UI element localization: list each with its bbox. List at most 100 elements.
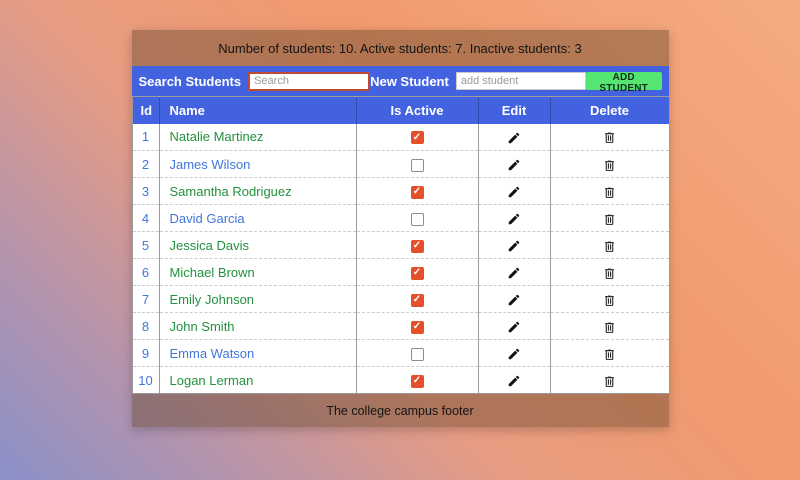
delete-button[interactable] bbox=[603, 159, 616, 172]
student-id: 4 bbox=[132, 204, 159, 232]
edit-button[interactable] bbox=[507, 212, 521, 226]
trash-icon bbox=[603, 240, 616, 253]
student-id: 5 bbox=[132, 231, 159, 259]
student-name: David Garcia bbox=[158, 204, 356, 232]
delete-cell bbox=[549, 258, 669, 286]
add-student-button[interactable]: ADD STUDENT bbox=[585, 72, 662, 94]
table-row: 10 Logan Lerman ✓ bbox=[132, 366, 669, 394]
delete-cell bbox=[549, 231, 669, 259]
student-id: 10 bbox=[132, 366, 159, 394]
new-student-label: New Student bbox=[370, 73, 449, 89]
is-active-checkbox[interactable]: ✓ bbox=[410, 185, 424, 199]
trash-icon bbox=[603, 186, 616, 199]
active-cell: ✓ bbox=[355, 339, 478, 367]
table-row: 1 Natalie Martinez ✓ bbox=[132, 123, 669, 151]
trash-icon bbox=[603, 213, 616, 226]
student-id: 1 bbox=[141, 129, 150, 145]
column-header-delete: Delete bbox=[549, 96, 669, 124]
table-row: 2 James Wilson ✓ bbox=[132, 150, 669, 178]
delete-cell bbox=[549, 339, 669, 367]
student-id: 2 bbox=[132, 150, 159, 178]
checkmark-icon: ✓ bbox=[412, 240, 422, 252]
edit-button[interactable] bbox=[507, 266, 521, 280]
footer-text: The college campus footer bbox=[326, 403, 474, 418]
column-header-id: Id bbox=[132, 96, 159, 124]
delete-cell bbox=[549, 204, 669, 232]
delete-button[interactable] bbox=[603, 240, 616, 253]
table-row: 9 Emma Watson ✓ bbox=[132, 339, 669, 367]
edit-cell bbox=[477, 231, 550, 259]
edit-cell bbox=[477, 366, 550, 394]
edit-cell bbox=[477, 123, 550, 151]
student-name: Jessica Davis bbox=[158, 231, 356, 259]
trash-icon bbox=[603, 375, 616, 388]
edit-button[interactable] bbox=[507, 158, 521, 172]
checkmark-icon: ✓ bbox=[412, 267, 422, 279]
table-row: 8 John Smith ✓ bbox=[132, 312, 669, 340]
student-id: 9 bbox=[132, 339, 159, 367]
edit-button[interactable] bbox=[507, 131, 521, 145]
student-name: Michael Brown bbox=[158, 258, 356, 286]
edit-button[interactable] bbox=[507, 320, 521, 334]
pencil-icon bbox=[507, 158, 521, 172]
edit-button[interactable] bbox=[507, 374, 521, 388]
is-active-checkbox[interactable]: ✓ bbox=[410, 293, 424, 307]
trash-icon bbox=[603, 294, 616, 307]
edit-cell bbox=[477, 285, 550, 313]
checkmark-icon: ✓ bbox=[412, 375, 422, 387]
edit-button[interactable] bbox=[507, 293, 521, 307]
active-cell: ✓ bbox=[355, 204, 478, 232]
is-active-checkbox[interactable]: ✓ bbox=[410, 320, 424, 334]
student-name: James Wilson bbox=[158, 150, 356, 178]
student-app-container: Number of students: 10. Active students:… bbox=[131, 30, 670, 427]
student-id: 8 bbox=[132, 312, 159, 340]
student-name: Samantha Rodriguez bbox=[158, 177, 356, 205]
edit-button[interactable] bbox=[507, 185, 521, 199]
active-cell: ✓ bbox=[355, 258, 478, 286]
delete-button[interactable] bbox=[603, 375, 616, 388]
student-name: John Smith bbox=[158, 312, 356, 340]
search-input[interactable] bbox=[248, 71, 371, 91]
delete-button[interactable] bbox=[603, 294, 616, 307]
edit-cell bbox=[477, 177, 550, 205]
checkmark-icon: ✓ bbox=[412, 294, 422, 306]
table-row: 3 Samantha Rodriguez ✓ bbox=[132, 177, 669, 205]
student-name: Emily Johnson bbox=[158, 285, 356, 313]
student-id: 6 bbox=[132, 258, 159, 286]
is-active-checkbox[interactable]: ✓ bbox=[410, 266, 424, 280]
delete-button[interactable] bbox=[603, 131, 616, 144]
active-cell: ✓ bbox=[355, 231, 478, 259]
active-cell: ✓ bbox=[355, 177, 478, 205]
trash-icon bbox=[603, 131, 616, 144]
delete-button[interactable] bbox=[603, 267, 616, 280]
footer: The college campus footer bbox=[131, 394, 669, 427]
stats-text: Number of students: 10. Active students:… bbox=[218, 40, 582, 56]
is-active-checkbox[interactable]: ✓ bbox=[410, 374, 424, 388]
trash-icon bbox=[603, 159, 616, 172]
is-active-checkbox[interactable]: ✓ bbox=[410, 158, 424, 172]
new-student-input[interactable] bbox=[455, 72, 586, 90]
is-active-checkbox[interactable]: ✓ bbox=[410, 131, 424, 145]
edit-button[interactable] bbox=[507, 239, 521, 253]
checkmark-icon: ✓ bbox=[412, 131, 422, 143]
table-row: 4 David Garcia ✓ bbox=[132, 204, 669, 232]
delete-button[interactable] bbox=[603, 321, 616, 334]
delete-button[interactable] bbox=[603, 186, 616, 199]
delete-button[interactable] bbox=[603, 348, 616, 361]
pencil-icon bbox=[507, 185, 521, 199]
is-active-checkbox[interactable]: ✓ bbox=[410, 347, 424, 361]
is-active-checkbox[interactable]: ✓ bbox=[410, 239, 424, 253]
pencil-icon bbox=[507, 347, 521, 361]
active-cell: ✓ bbox=[355, 312, 478, 340]
student-name: Emma Watson bbox=[158, 339, 356, 367]
student-name: Natalie Martinez bbox=[158, 123, 356, 151]
edit-button[interactable] bbox=[507, 347, 521, 361]
student-id: 7 bbox=[132, 285, 159, 313]
is-active-checkbox[interactable]: ✓ bbox=[410, 212, 424, 226]
edit-cell bbox=[477, 339, 550, 367]
checkmark-icon: ✓ bbox=[412, 321, 422, 333]
table-row: 5 Jessica Davis ✓ bbox=[132, 231, 669, 259]
delete-cell bbox=[549, 366, 669, 394]
edit-cell bbox=[477, 258, 550, 286]
delete-button[interactable] bbox=[603, 213, 616, 226]
